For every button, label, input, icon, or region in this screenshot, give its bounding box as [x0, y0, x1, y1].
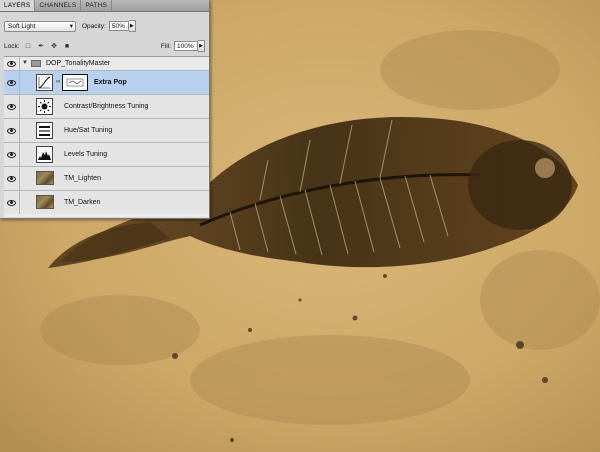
hue-sat-icon [36, 122, 53, 139]
layer-name: Contrast/Brightness Tuning [64, 103, 149, 110]
opacity-label: Opacity: [82, 22, 106, 30]
brightness-icon [36, 98, 53, 115]
curves-icon [36, 74, 53, 91]
layer-row-extra-pop[interactable]: ∞ Extra Pop [4, 71, 209, 95]
visibility-eye-icon[interactable] [7, 199, 16, 206]
visibility-eye-icon[interactable] [7, 127, 16, 134]
visibility-eye-icon[interactable] [7, 175, 16, 182]
opacity-dropdown-icon[interactable]: ▶ [128, 20, 136, 32]
chain-link-icon[interactable]: ∞ [56, 79, 60, 85]
folder-icon [31, 60, 41, 67]
lock-transparent-icon[interactable]: □ [24, 42, 33, 51]
layer-name: Hue/Sat Tuning [64, 127, 113, 134]
layer-thumbnail [36, 195, 54, 209]
layer-row-levels[interactable]: Levels Tuning [4, 143, 209, 167]
opacity-input[interactable]: 50% [108, 21, 129, 31]
layer-list: ▼ DOP_TonalityMaster ∞ Extra Pop Contras [4, 56, 209, 217]
layer-mask-thumbnail[interactable] [62, 74, 88, 91]
layer-thumbnail [36, 171, 54, 185]
layer-name: TM_Lighten [64, 175, 101, 182]
layers-panel: LAYERS CHANNELS PATHS Soft Light ▾ Opaci… [0, 0, 210, 219]
tab-channels[interactable]: CHANNELS [35, 0, 82, 11]
layer-name: TM_Darken [64, 199, 101, 206]
layer-row-contrast-brightness[interactable]: Contrast/Brightness Tuning [4, 95, 209, 119]
layer-row-tm-darken[interactable]: TM_Darken [4, 191, 209, 214]
blend-mode-select[interactable]: Soft Light ▾ [4, 20, 76, 32]
visibility-eye-icon[interactable] [7, 60, 16, 67]
layer-group-row[interactable]: ▼ DOP_TonalityMaster [4, 57, 209, 71]
layer-name: DOP_TonalityMaster [46, 60, 111, 67]
fill-label: Fill: [160, 42, 171, 50]
visibility-eye-icon[interactable] [7, 79, 16, 86]
fill-dropdown-icon[interactable]: ▶ [198, 40, 205, 52]
layer-name: Levels Tuning [64, 151, 108, 158]
lock-all-icon[interactable]: ■ [63, 42, 72, 51]
layer-row-tm-lighten[interactable]: TM_Lighten [4, 167, 209, 191]
visibility-eye-icon[interactable] [7, 103, 16, 110]
expand-triangle-icon[interactable]: ▼ [22, 60, 28, 66]
lock-image-icon[interactable]: ✒ [37, 42, 46, 51]
tab-layers[interactable]: LAYERS [0, 0, 36, 11]
chevron-down-icon: ▾ [69, 23, 73, 30]
blend-mode-value: Soft Light [8, 22, 36, 30]
visibility-eye-icon[interactable] [7, 151, 16, 158]
layer-name: Extra Pop [94, 79, 127, 86]
layer-row-hue-sat[interactable]: Hue/Sat Tuning [4, 119, 209, 143]
lock-position-icon[interactable]: ✥ [50, 42, 59, 51]
levels-icon [36, 146, 53, 163]
panel-tabs: LAYERS CHANNELS PATHS [0, 0, 209, 12]
lock-label: Lock: [4, 42, 20, 50]
tab-paths[interactable]: PATHS [81, 0, 113, 11]
fill-input[interactable]: 100% [174, 41, 198, 51]
